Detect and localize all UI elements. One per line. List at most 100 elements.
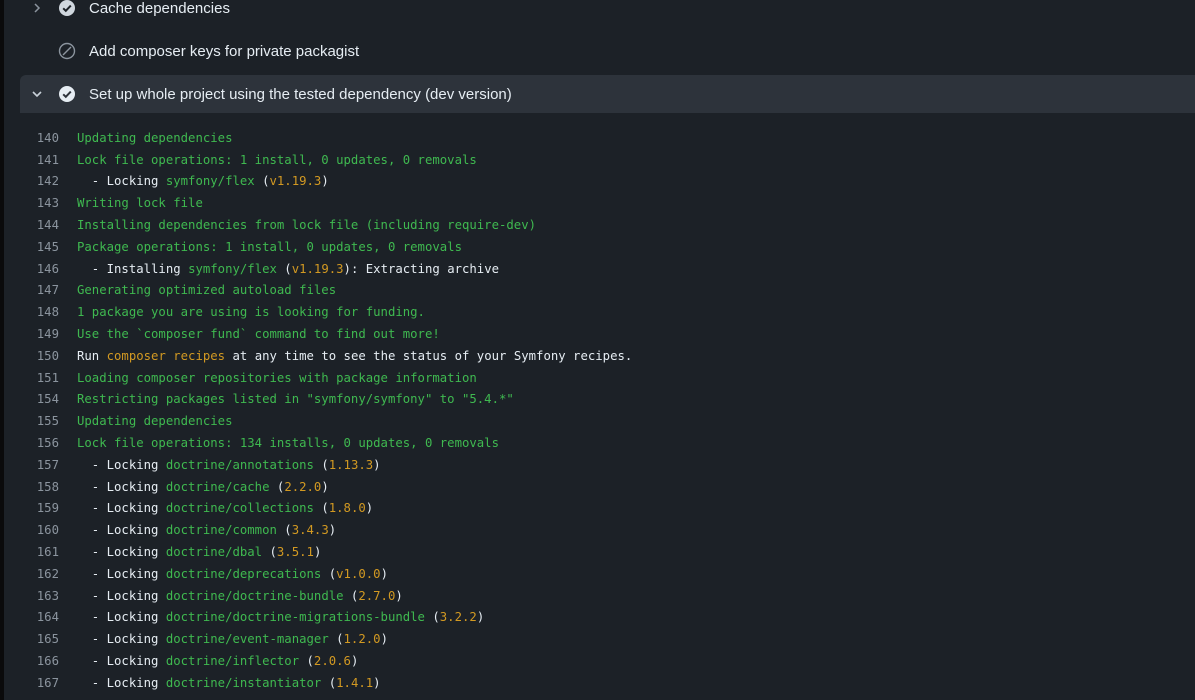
log-line: 143 Writing lock file	[8, 192, 1195, 214]
log-text: - Locking	[77, 545, 166, 560]
log-text: )	[321, 174, 329, 189]
line-number[interactable]: 157	[8, 458, 77, 472]
log-text: - Locking	[77, 457, 166, 472]
log-text: doctrine/deprecations	[165, 566, 322, 581]
line-number[interactable]: 154	[8, 392, 77, 406]
log-text: (	[262, 545, 277, 560]
log-text: 1.4.1	[336, 675, 374, 690]
log-line: 146 - Installing symfony/flex (v1.19.3):…	[8, 258, 1195, 280]
line-number[interactable]: 149	[8, 327, 77, 341]
step-label: Add composer keys for private packagist	[89, 42, 360, 60]
log-text: Updating dependencies	[77, 414, 233, 429]
log-text: Use the `composer fund` command to find …	[77, 327, 440, 342]
log-text: (	[269, 479, 285, 494]
log-text: 3.4.3	[291, 523, 329, 538]
log-text: Generating optimized autoload files	[77, 283, 337, 298]
line-number[interactable]: 155	[8, 414, 77, 428]
log-text: - Locking	[77, 632, 166, 647]
log-text: )	[350, 654, 359, 669]
log-text: )	[373, 457, 381, 472]
line-number[interactable]: 146	[8, 262, 77, 276]
log-line: 158 - Locking doctrine/cache (2.2.0)	[8, 476, 1195, 498]
log-text: - Locking	[77, 501, 166, 516]
line-number[interactable]: 164	[8, 610, 77, 624]
log-text: )	[373, 675, 381, 690]
log-line: 155 Updating dependencies	[8, 410, 1195, 432]
log-text: doctrine/event-manager	[165, 632, 329, 647]
line-number[interactable]: 167	[8, 676, 77, 690]
step-label: Set up whole project using the tested de…	[89, 85, 512, 103]
line-number[interactable]: 159	[8, 501, 77, 515]
log-line: 166 - Locking doctrine/inflector (2.0.6)	[8, 650, 1195, 672]
log-text: (	[313, 501, 329, 516]
log-text: 1.2.0	[343, 632, 381, 647]
log-text: Package operations: 1 install, 0 updates…	[77, 239, 462, 254]
log-text: doctrine/instantiator	[165, 675, 322, 690]
step-cache-dependencies[interactable]: Cache dependencies	[20, 0, 1195, 27]
line-number[interactable]: 143	[8, 196, 77, 210]
log-text: )	[365, 501, 374, 516]
log-line: 151 Loading composer repositories with pa…	[8, 367, 1195, 389]
line-number[interactable]: 142	[8, 174, 77, 188]
log-text: )	[476, 610, 485, 625]
log-text: )	[313, 545, 322, 560]
log-text: (	[276, 261, 292, 276]
log-text: doctrine/annotations	[165, 457, 314, 472]
log-text: - Locking	[77, 675, 166, 690]
log-text: 2.0.6	[313, 654, 351, 669]
log-text: Run	[77, 348, 107, 363]
line-number[interactable]: 145	[8, 240, 77, 254]
log-line: 161 - Locking doctrine/dbal (3.5.1)	[8, 541, 1195, 563]
job-log-panel: Cache dependencies Add composer keys for…	[4, 0, 1195, 700]
log-line: 154 Restricting packages listed in "symfo…	[8, 389, 1195, 411]
log-text: - Locking	[77, 523, 166, 538]
log-line: 156 Lock file operations: 134 installs, 0…	[8, 432, 1195, 454]
line-number[interactable]: 141	[8, 153, 77, 167]
skipped-icon	[58, 42, 76, 60]
chevron-down-icon[interactable]	[26, 83, 48, 105]
chevron-right-icon[interactable]	[26, 0, 48, 19]
line-number[interactable]: 147	[8, 283, 77, 297]
step-set-up-whole-project[interactable]: Set up whole project using the tested de…	[20, 75, 1195, 113]
log-text: )	[395, 588, 403, 603]
line-number[interactable]: 158	[8, 480, 77, 494]
log-text: v1.19.3	[291, 261, 344, 276]
log-text: doctrine/common	[165, 523, 277, 538]
line-number[interactable]: 144	[8, 218, 77, 232]
log-text: 1 package you are using is looking for f…	[77, 305, 425, 320]
line-number[interactable]: 165	[8, 632, 77, 646]
line-number[interactable]: 148	[8, 305, 77, 319]
line-number[interactable]: 160	[8, 523, 77, 537]
log-text: (	[343, 588, 359, 603]
log-text: Updating dependencies	[77, 130, 233, 145]
log-line: 160 - Locking doctrine/common (3.4.3)	[8, 519, 1195, 541]
log-text: v1.19.3	[269, 174, 322, 189]
log-text: v1.0.0	[336, 566, 381, 581]
log-line: 164 - Locking doctrine/doctrine-migratio…	[8, 607, 1195, 629]
line-number[interactable]: 150	[8, 349, 77, 363]
log-line: 148 1 package you are using is looking fo…	[8, 301, 1195, 323]
line-number[interactable]: 161	[8, 545, 77, 559]
log-text: symfony/flex	[165, 174, 255, 189]
log-text: - Locking	[77, 479, 166, 494]
log-text: (	[254, 174, 270, 189]
log-line: 144 Installing dependencies from lock fil…	[8, 214, 1195, 236]
line-number[interactable]: 151	[8, 371, 77, 385]
log-text: - Locking	[77, 174, 166, 189]
log-text: - Locking	[77, 654, 166, 669]
line-number[interactable]: 162	[8, 567, 77, 581]
log-text: doctrine/collections	[165, 501, 314, 516]
step-add-composer-keys[interactable]: Add composer keys for private packagist	[20, 32, 1195, 70]
log-text: (	[276, 523, 292, 538]
log-text: (	[313, 457, 329, 472]
log-text: symfony/flex	[188, 261, 277, 276]
line-number[interactable]: 140	[8, 131, 77, 145]
log-line: 145 Package operations: 1 install, 0 upda…	[8, 236, 1195, 258]
log-text: ): Extracting archive	[343, 261, 500, 276]
line-number[interactable]: 163	[8, 589, 77, 603]
line-number[interactable]: 156	[8, 436, 77, 450]
log-line: 149 Use the `composer fund` command to fi…	[8, 323, 1195, 345]
log-text: doctrine/doctrine-migrations-bundle	[165, 610, 425, 625]
line-number[interactable]: 166	[8, 654, 77, 668]
log-text: Writing lock file	[77, 196, 203, 211]
